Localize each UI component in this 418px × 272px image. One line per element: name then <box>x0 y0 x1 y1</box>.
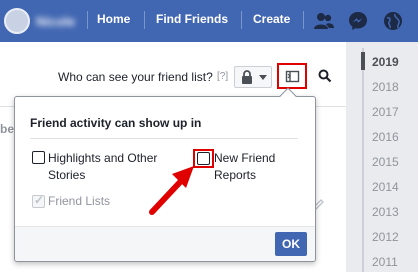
nav-divider <box>87 11 88 29</box>
popup-footer <box>15 226 315 261</box>
years-timeline-line <box>362 48 364 272</box>
nav-divider <box>303 11 304 29</box>
top-navigation-bar: Nicole Home Find Friends Create <box>0 0 418 42</box>
year-2019[interactable]: 2019 <box>372 55 399 69</box>
chevron-down-icon <box>259 75 267 80</box>
red-arrow-icon <box>149 166 194 215</box>
checkmark-icon: ✓ <box>34 193 45 207</box>
year-2012[interactable]: 2012 <box>372 230 399 244</box>
year-2015[interactable]: 2015 <box>372 155 399 169</box>
nav-create-link[interactable]: Create <box>253 12 290 26</box>
new-friend-reports-option-label: New Friend Reports <box>214 151 276 182</box>
popup-divider <box>30 138 298 139</box>
notifications-globe-icon[interactable] <box>382 10 404 32</box>
profile-name: Nicole <box>36 13 76 29</box>
year-2017[interactable]: 2017 <box>372 105 399 119</box>
ok-button[interactable]: OK <box>275 232 307 256</box>
popup-title: Friend activity can show up in <box>30 116 202 130</box>
friend-lists-checkbox: ✓ <box>32 193 45 208</box>
partially-hidden-tab-label: be <box>0 122 15 136</box>
messenger-icon[interactable] <box>347 10 369 32</box>
privacy-selector-button[interactable] <box>234 66 272 88</box>
avatar <box>4 8 30 34</box>
lock-icon <box>242 70 252 84</box>
nav-divider <box>144 11 145 29</box>
search-icon[interactable] <box>318 69 332 83</box>
settings-pencil-icon <box>285 70 300 83</box>
year-2014[interactable]: 2014 <box>372 180 399 194</box>
nav-divider <box>241 11 242 29</box>
active-year-marker <box>361 52 365 70</box>
profile-link[interactable]: Nicole <box>4 7 75 35</box>
friend-list-privacy-label: Who can see your friend list? <box>58 70 213 84</box>
nav-find-friends-link[interactable]: Find Friends <box>156 12 228 26</box>
year-2016[interactable]: 2016 <box>372 130 399 144</box>
year-2013[interactable]: 2013 <box>372 205 399 219</box>
year-2018[interactable]: 2018 <box>372 80 399 94</box>
friend-lists-option-label: Friend Lists <box>48 194 111 208</box>
help-link[interactable]: [?] <box>217 71 228 82</box>
year-2011[interactable]: 2011 <box>372 255 398 269</box>
friends-icon[interactable] <box>313 10 335 32</box>
nav-home-link[interactable]: Home <box>97 12 130 26</box>
edit-friend-settings-button[interactable] <box>277 63 307 89</box>
highlights-checkbox[interactable] <box>32 151 45 164</box>
